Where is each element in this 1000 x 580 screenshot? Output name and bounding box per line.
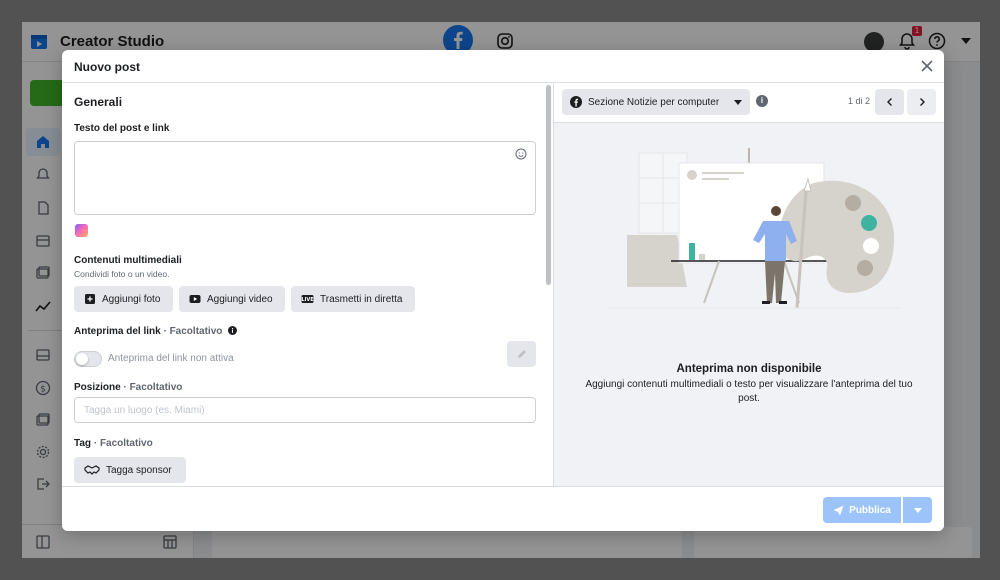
post-text-input[interactable] [74,141,536,215]
chevron-down-icon [734,99,742,105]
preview-info-icon[interactable]: i [756,95,768,107]
media-label: Contenuti multimediali [74,255,182,266]
facebook-icon [570,96,582,108]
preview-pager: 1 di 2 [848,96,871,106]
tag-sponsor-label: Tagga sponsor [106,464,172,476]
post-text-label: Testo del post e link [74,123,170,134]
chevron-right-icon [920,98,925,106]
feed-placement-select[interactable]: Sezione Notizie per computer [562,89,750,115]
preview-toolbar: Sezione Notizie per computer i 1 di 2 [554,83,944,123]
publish-options-dropdown[interactable] [903,497,932,523]
preview-pane: Sezione Notizie per computer i 1 di 2 An… [554,83,944,486]
add-video-button[interactable]: Aggiungi video [179,286,285,312]
chevron-left-icon [887,98,892,106]
post-form-pane: Generali Testo del post e link Contenuti… [62,83,553,486]
tag-sponsor-button[interactable]: Tagga sponsor [74,457,186,483]
link-preview-toggle[interactable] [74,351,102,367]
add-photo-label: Aggiungi foto [102,293,161,305]
edit-link-preview-button[interactable] [507,341,536,367]
modal-footer: Pubblica [62,486,944,531]
modal-header: Nuovo post [62,50,944,83]
pencil-icon [518,350,526,358]
feed-placement-label: Sezione Notizie per computer [588,96,720,108]
text-format-icon[interactable] [75,224,88,237]
tag-label: Tag · Facoltativo [74,438,153,449]
svg-text:LIVE: LIVE [301,297,314,303]
media-subtitle: Condividi foto o un video. [74,269,170,279]
new-post-modal: Nuovo post Generali Testo del post e lin… [62,50,944,531]
close-icon[interactable] [919,58,935,74]
form-scrollbar[interactable] [546,85,551,285]
add-video-icon [189,295,201,303]
add-photo-button[interactable]: Aggiungi foto [74,286,173,312]
emoji-icon[interactable] [515,148,527,160]
publish-button[interactable]: Pubblica [823,497,901,523]
preview-unavailable-illustration [609,148,899,309]
go-live-label: Trasmetti in diretta [320,293,403,305]
previous-preview-button[interactable] [875,89,904,115]
preview-unavailable-title: Anteprima non disponibile [676,363,822,375]
add-photo-icon [85,294,95,304]
location-input[interactable] [74,397,536,423]
general-section-title: Generali [74,95,123,109]
live-icon: LIVE [301,295,314,303]
link-preview-label: Anteprima del link · Facoltativo [74,326,238,337]
toggle-knob [76,353,88,365]
preview-unavailable-subtitle: Aggiungi contenuti multimediali o testo … [585,379,913,404]
next-preview-button[interactable] [907,89,936,115]
go-live-button[interactable]: LIVE Trasmetti in diretta [291,286,415,312]
send-icon [833,505,844,515]
position-label: Posizione · Facoltativo [74,382,183,393]
publish-label: Pubblica [849,504,891,516]
handshake-icon [84,465,100,475]
link-preview-status: Anteprima del link non attiva [108,353,234,364]
info-icon[interactable] [228,326,238,335]
modal-title: Nuovo post [74,60,140,74]
add-video-label: Aggiungi video [207,293,273,305]
